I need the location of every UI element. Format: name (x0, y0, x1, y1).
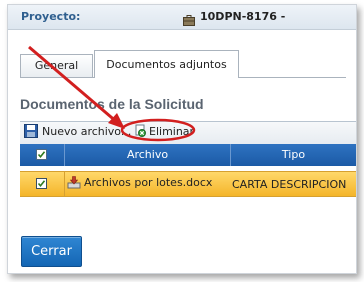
toolbar: Nuevo archivo... Eliminar (20, 121, 356, 145)
tab-documentos-adjuntos[interactable]: Documentos adjuntos (94, 50, 239, 78)
close-button[interactable]: Cerrar (21, 236, 82, 267)
table-header: Archivo Tipo (20, 144, 356, 166)
header-checkbox-cell (20, 144, 65, 166)
file-type: CARTA DESCRIPCION (232, 178, 347, 191)
delete-icon (135, 124, 146, 137)
briefcase-icon (183, 11, 195, 26)
project-bar: Proyecto: 10DPN-8176 - (8, 5, 356, 30)
row-checkbox[interactable] (36, 178, 47, 189)
checkmark-icon (37, 180, 46, 188)
checkmark-icon (37, 151, 46, 159)
dialog: Proyecto: 10DPN-8176 - General Documento… (7, 4, 357, 274)
table-row[interactable]: Archivos por lotes.docx CARTA DESCRIPCIO… (20, 171, 356, 197)
delete-label: Eliminar (149, 125, 195, 138)
project-label: Proyecto: (21, 10, 81, 23)
section-title: Documentos de la Solicitud (20, 96, 204, 112)
column-header-archivo[interactable]: Archivo (65, 144, 231, 166)
project-value: 10DPN-8176 - (200, 10, 286, 23)
save-icon (24, 124, 38, 138)
row-checkbox-cell (20, 172, 65, 196)
new-file-label: Nuevo archivo... (42, 125, 132, 138)
file-name: Archivos por lotes.docx (84, 176, 213, 189)
select-all-checkbox[interactable] (36, 149, 47, 160)
tab-general[interactable]: General (20, 54, 93, 77)
column-header-tipo[interactable]: Tipo (231, 144, 356, 166)
download-icon (67, 176, 81, 189)
